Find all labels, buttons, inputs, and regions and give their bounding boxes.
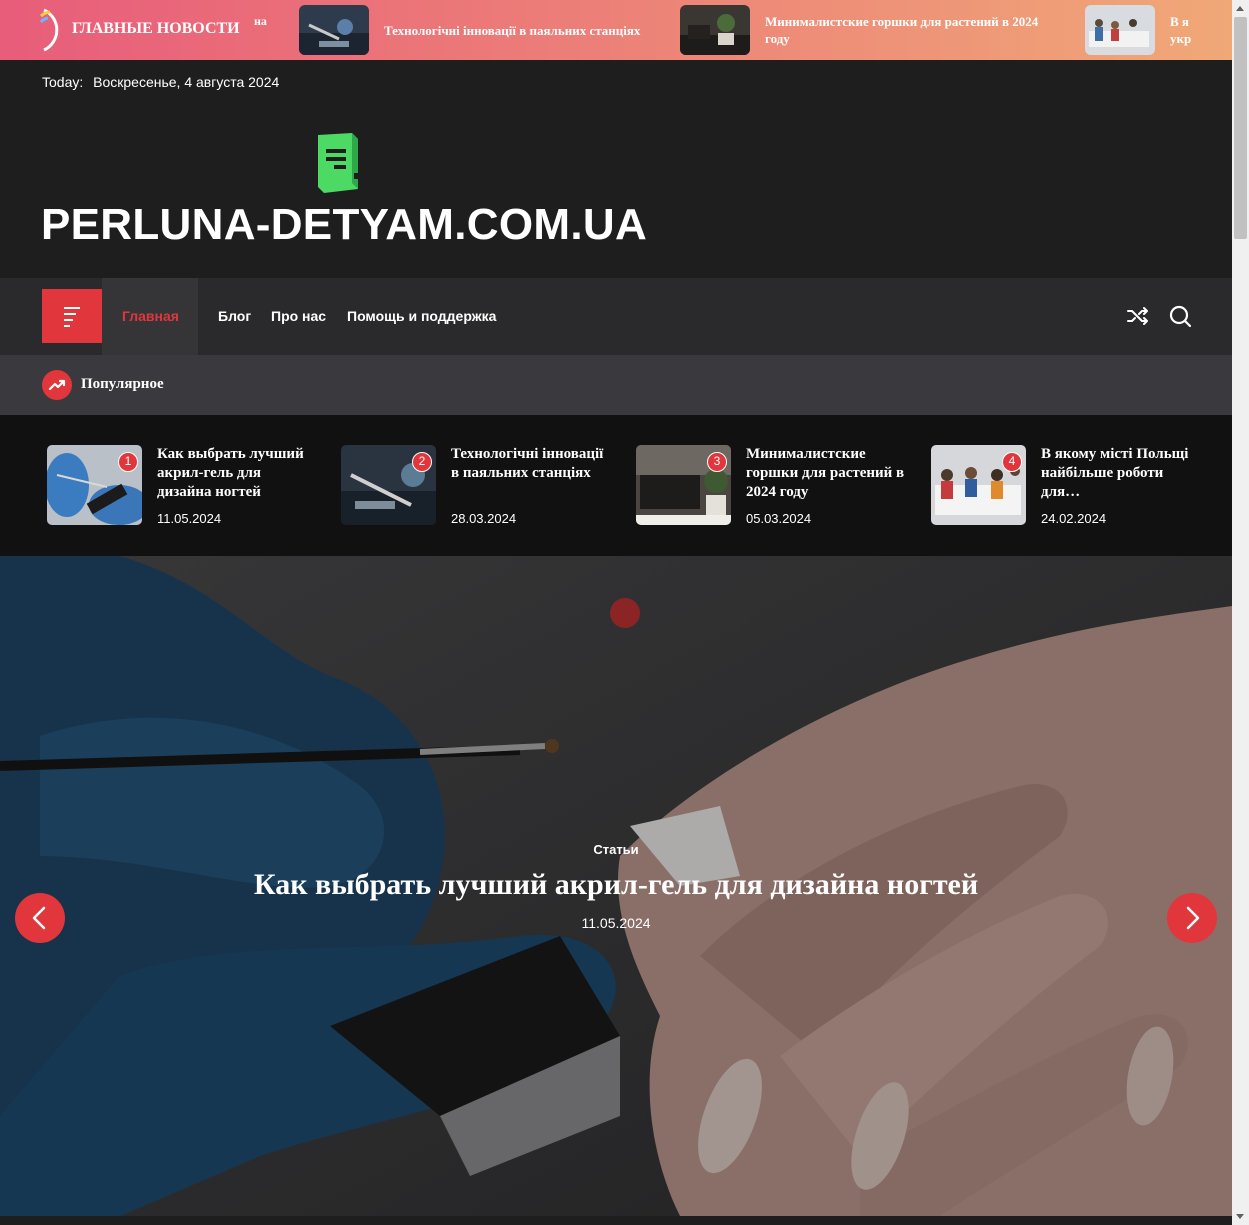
ticker-item[interactable]: Минималистские горшки для растений в 202… <box>680 5 1065 55</box>
popular-item-title[interactable]: Как выбрать лучший акрил-гель для дизайн… <box>157 445 319 502</box>
popular-item[interactable]: 3 Минималистские горшки для растений в 2… <box>631 445 911 526</box>
ticker-item-title[interactable]: Технологічні інновації в паяльних станці… <box>384 22 640 39</box>
today-line: Today: Воскресенье, 4 августа 2024 <box>42 74 279 90</box>
news-ticker: ГЛАВНЫЕ НОВОСТИ на Технологічні інноваці… <box>0 0 1232 60</box>
shuffle-icon[interactable] <box>1126 304 1150 328</box>
ticker-item-title[interactable]: Минималистские горшки для растений в 202… <box>765 13 1065 47</box>
popular-label: Популярное <box>81 376 164 392</box>
popular-item-date: 28.03.2024 <box>451 511 517 526</box>
ticker-thumbnail[interactable] <box>680 5 750 55</box>
main-navigation: Главная Блог Про нас Помощь и поддержка <box>0 278 1232 355</box>
page-scrollbar[interactable] <box>1232 0 1249 1225</box>
site-title[interactable]: PERLUNA-DETYAM.COM.UA <box>41 200 647 250</box>
page-bottom-strip <box>0 1216 1232 1225</box>
popular-item-title[interactable]: Технологічні інновації в паяльних станці… <box>451 445 613 483</box>
rank-badge: 3 <box>707 452 727 472</box>
rainbow-logo-icon <box>39 8 59 52</box>
prev-slide-button[interactable] <box>15 893 65 943</box>
ticker-item[interactable]: В я укр <box>1085 5 1205 55</box>
popular-thumbnail[interactable]: 4 <box>931 445 1026 525</box>
trending-icon <box>42 370 72 400</box>
popular-item-date: 11.05.2024 <box>157 511 222 526</box>
popular-item[interactable]: 1 Как выбрать лучший акрил-гель для диза… <box>42 445 322 526</box>
popular-thumbnail[interactable]: 3 <box>636 445 731 525</box>
rank-badge: 4 <box>1002 452 1022 472</box>
next-slide-button[interactable] <box>1167 893 1217 943</box>
popular-item-title[interactable]: В якому місті Польщі найбільше роботи дл… <box>1041 445 1203 502</box>
chevron-left-icon <box>32 906 46 930</box>
popular-list: 1 Как выбрать лучший акрил-гель для диза… <box>0 415 1232 556</box>
slider-dot[interactable] <box>610 598 640 628</box>
hamburger-icon <box>64 307 80 327</box>
scroll-up-arrow-icon[interactable] <box>1236 6 1244 11</box>
popular-item-date: 24.02.2024 <box>1041 511 1107 526</box>
popular-item[interactable]: 4 В якому місті Польщі найбільше роботи … <box>926 445 1206 526</box>
popular-thumbnail[interactable]: 2 <box>341 445 436 525</box>
ticker-thumbnail[interactable] <box>1085 5 1155 55</box>
nav-item-support[interactable]: Помощь и поддержка <box>347 308 496 324</box>
ticker-item[interactable]: Технологічні інновації в паяльних станці… <box>299 5 640 55</box>
rank-badge: 1 <box>118 452 138 472</box>
nav-item-home[interactable]: Главная <box>122 308 179 324</box>
scrollbar-thumb[interactable] <box>1234 17 1247 239</box>
today-date: Воскресенье, 4 августа 2024 <box>93 74 280 90</box>
popular-item[interactable]: 2 Технологічні інновації в паяльних стан… <box>336 445 616 526</box>
chevron-right-icon <box>1186 906 1200 930</box>
popular-thumbnail[interactable]: 1 <box>47 445 142 525</box>
ticker-thumbnail[interactable] <box>299 5 369 55</box>
search-icon[interactable] <box>1168 304 1192 328</box>
popular-item-date: 05.03.2024 <box>746 511 812 526</box>
nav-item-about[interactable]: Про нас <box>271 308 326 324</box>
hero-category[interactable]: Статьи <box>0 842 1232 857</box>
popular-bar: Популярное <box>0 355 1232 415</box>
book-icon[interactable] <box>318 133 362 195</box>
today-label: Today: <box>42 74 84 90</box>
popular-item-title[interactable]: Минималистские горшки для растений в 202… <box>746 445 908 502</box>
hero-date: 11.05.2024 <box>581 915 651 931</box>
menu-toggle-button[interactable] <box>42 289 102 343</box>
nav-item-blog[interactable]: Блог <box>218 308 251 324</box>
ticker-title: ГЛАВНЫЕ НОВОСТИ <box>72 20 240 37</box>
hero-slider[interactable]: Статьи Как выбрать лучший акрил-гель для… <box>0 556 1232 1216</box>
scroll-down-arrow-icon[interactable] <box>1236 1214 1244 1219</box>
ticker-item-title[interactable]: В я укр <box>1170 13 1192 47</box>
ticker-fragment: на <box>254 14 267 28</box>
rank-badge: 2 <box>412 452 432 472</box>
hero-title[interactable]: Как выбрать лучший акрил-гель для дизайн… <box>0 868 1232 902</box>
